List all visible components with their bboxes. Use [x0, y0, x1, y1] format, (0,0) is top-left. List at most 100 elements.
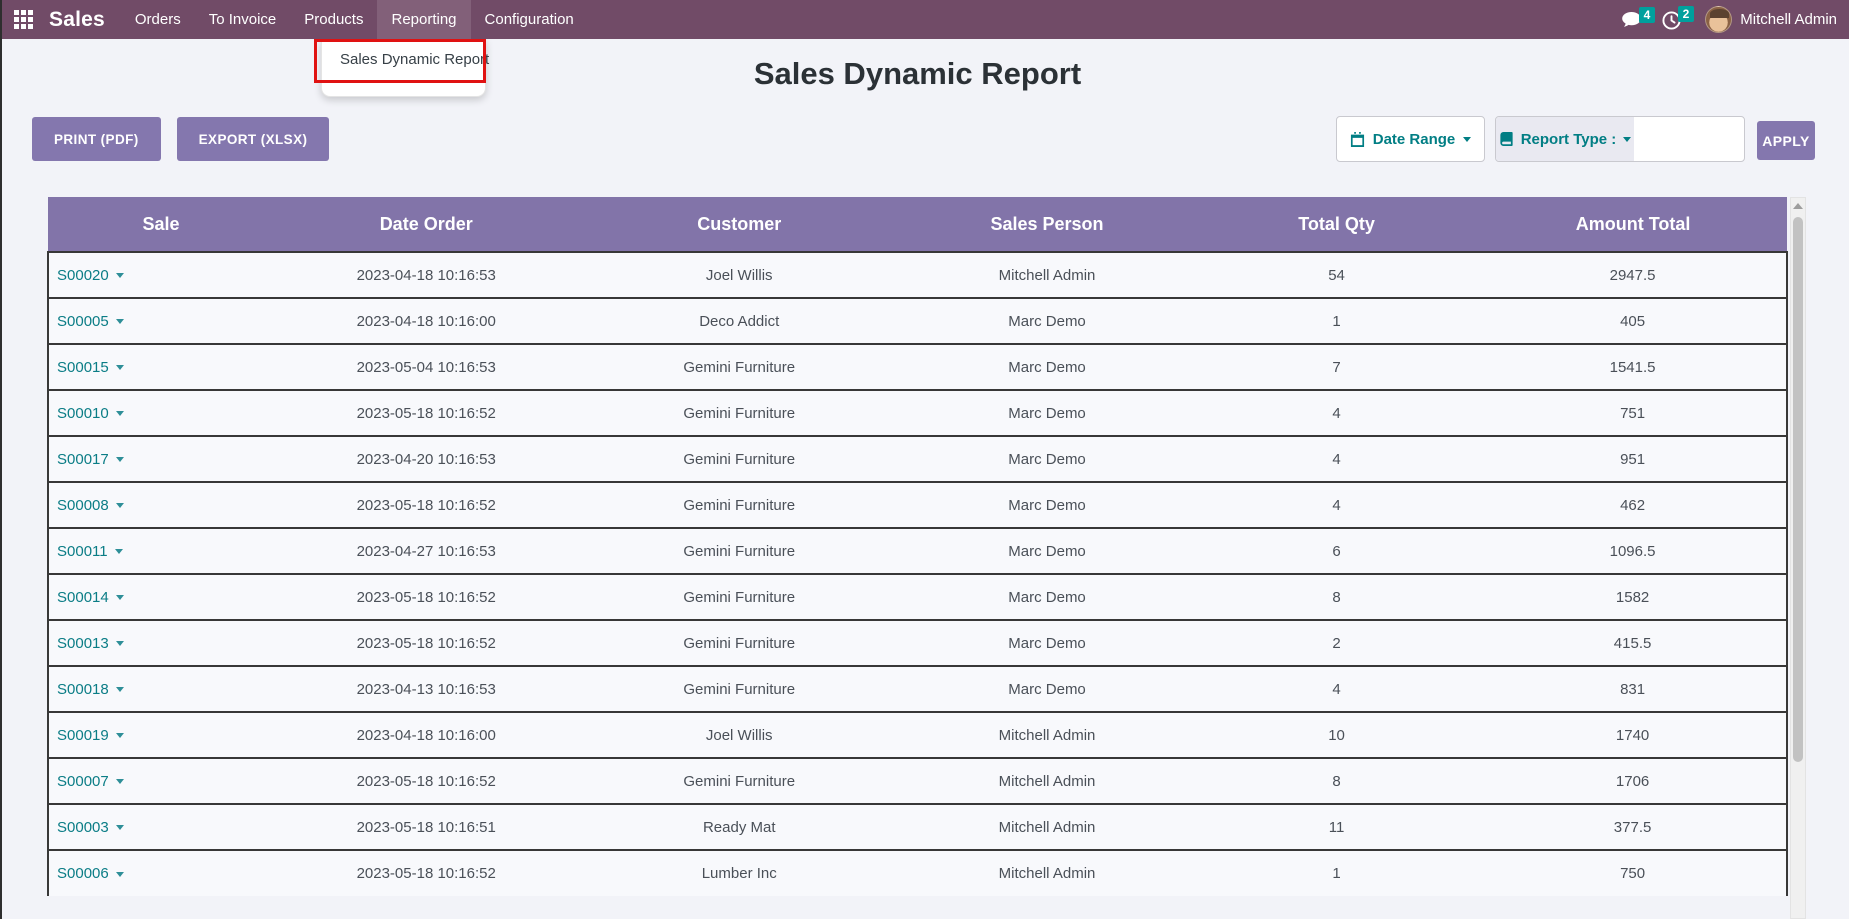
total-qty-cell: 10: [1194, 712, 1479, 758]
nav-item-reporting[interactable]: Reporting: [377, 0, 470, 39]
sale-cell: S00020: [48, 252, 274, 298]
date-order-cell: 2023-05-18 10:16:52: [274, 574, 578, 620]
table-row: S000202023-04-18 10:16:53Joel WillisMitc…: [48, 252, 1787, 298]
scrollbar-thumb[interactable]: [1793, 217, 1803, 762]
sale-order-link[interactable]: S00005: [57, 313, 109, 330]
column-header-date-order: Date Order: [274, 197, 578, 252]
customer-cell: Ready Mat: [578, 804, 900, 850]
table-row: S000182023-04-13 10:16:53Gemini Furnitur…: [48, 666, 1787, 712]
caret-down-icon[interactable]: [116, 503, 124, 508]
total-qty-cell: 1: [1194, 850, 1479, 896]
caret-down-icon[interactable]: [116, 779, 124, 784]
sale-order-link[interactable]: S00020: [57, 267, 109, 284]
caret-down-icon[interactable]: [116, 687, 124, 692]
caret-down-icon[interactable]: [116, 641, 124, 646]
export-toolbar: PRINT (PDF) EXPORT (XLSX): [32, 117, 329, 161]
date-range-dropdown[interactable]: Date Range: [1336, 116, 1485, 162]
sales-person-cell: Mitchell Admin: [900, 252, 1194, 298]
caret-down-icon[interactable]: [116, 411, 124, 416]
table-row: S000102023-05-18 10:16:52Gemini Furnitur…: [48, 390, 1787, 436]
total-qty-cell: 54: [1194, 252, 1479, 298]
amount-total-cell: 405: [1479, 298, 1787, 344]
app-brand[interactable]: Sales: [49, 8, 105, 32]
table-row: S000052023-04-18 10:16:00Deco AddictMarc…: [48, 298, 1787, 344]
nav-item-products[interactable]: Products: [290, 0, 377, 39]
activities-button[interactable]: 2: [1656, 5, 1695, 34]
user-name[interactable]: Mitchell Admin: [1740, 11, 1837, 28]
customer-cell: Lumber Inc: [578, 850, 900, 896]
caret-down-icon[interactable]: [116, 733, 124, 738]
export-xlsx-button[interactable]: EXPORT (XLSX): [177, 117, 330, 161]
total-qty-cell: 8: [1194, 758, 1479, 804]
date-order-cell: 2023-05-04 10:16:53: [274, 344, 578, 390]
print-pdf-button[interactable]: PRINT (PDF): [32, 117, 161, 161]
date-order-cell: 2023-05-18 10:16:51: [274, 804, 578, 850]
total-qty-cell: 4: [1194, 436, 1479, 482]
sale-order-link[interactable]: S00007: [57, 773, 109, 790]
sale-cell: S00013: [48, 620, 274, 666]
date-order-cell: 2023-05-18 10:16:52: [274, 482, 578, 528]
sale-order-link[interactable]: S00006: [57, 865, 109, 882]
sale-cell: S00015: [48, 344, 274, 390]
window-left-edge: [0, 0, 2, 919]
caret-down-icon[interactable]: [115, 549, 123, 554]
table-row: S000132023-05-18 10:16:52Gemini Furnitur…: [48, 620, 1787, 666]
column-header-sales-person: Sales Person: [900, 197, 1194, 252]
sale-order-link[interactable]: S00011: [57, 543, 108, 560]
menu-item-sales-dynamic-report[interactable]: Sales Dynamic Report: [322, 39, 485, 81]
user-avatar[interactable]: [1705, 6, 1732, 33]
caret-down-icon[interactable]: [116, 273, 124, 278]
amount-total-cell: 1582: [1479, 574, 1787, 620]
activities-badge: 2: [1678, 6, 1695, 22]
customer-cell: Gemini Furniture: [578, 574, 900, 620]
sales-person-cell: Mitchell Admin: [900, 850, 1194, 896]
scrollbar-up-arrow-icon[interactable]: [1791, 198, 1805, 214]
sale-order-link[interactable]: S00003: [57, 819, 109, 836]
nav-item-orders[interactable]: Orders: [121, 0, 195, 39]
sale-order-link[interactable]: S00015: [57, 359, 109, 376]
column-header-sale: Sale: [48, 197, 274, 252]
sale-order-link[interactable]: S00008: [57, 497, 109, 514]
apps-grid-icon[interactable]: [14, 10, 33, 29]
nav-item-configuration[interactable]: Configuration: [471, 0, 588, 39]
total-qty-cell: 1: [1194, 298, 1479, 344]
column-header-customer: Customer: [578, 197, 900, 252]
top-navbar: Sales Orders To Invoice Products Reporti…: [0, 0, 1849, 39]
sales-person-cell: Marc Demo: [900, 344, 1194, 390]
sale-order-link[interactable]: S00017: [57, 451, 109, 468]
sale-order-link[interactable]: S00013: [57, 635, 109, 652]
sale-cell: S00003: [48, 804, 274, 850]
sales-person-cell: Mitchell Admin: [900, 712, 1194, 758]
amount-total-cell: 377.5: [1479, 804, 1787, 850]
sale-order-link[interactable]: S00010: [57, 405, 109, 422]
caret-down-icon[interactable]: [116, 595, 124, 600]
sale-cell: S00017: [48, 436, 274, 482]
table-row: S000192023-04-18 10:16:00Joel WillisMitc…: [48, 712, 1787, 758]
caret-down-icon[interactable]: [116, 825, 124, 830]
report-table-body: S000202023-04-18 10:16:53Joel WillisMitc…: [48, 252, 1787, 896]
caret-down-icon[interactable]: [116, 365, 124, 370]
sale-order-link[interactable]: S00018: [57, 681, 109, 698]
book-icon: [1499, 132, 1514, 146]
total-qty-cell: 4: [1194, 666, 1479, 712]
sales-report-table: Sale Date Order Customer Sales Person To…: [47, 197, 1788, 896]
caret-down-icon[interactable]: [116, 319, 124, 324]
messages-button[interactable]: 4: [1616, 6, 1656, 33]
sale-cell: S00014: [48, 574, 274, 620]
apply-button[interactable]: APPLY: [1757, 121, 1815, 160]
nav-item-to-invoice[interactable]: To Invoice: [195, 0, 291, 39]
customer-cell: Gemini Furniture: [578, 482, 900, 528]
sale-order-link[interactable]: S00019: [57, 727, 109, 744]
sales-person-cell: Marc Demo: [900, 298, 1194, 344]
sale-order-link[interactable]: S00014: [57, 589, 109, 606]
caret-down-icon[interactable]: [116, 457, 124, 462]
sale-cell: S00005: [48, 298, 274, 344]
amount-total-cell: 1541.5: [1479, 344, 1787, 390]
report-type-dropdown[interactable]: Report Type :: [1496, 117, 1634, 161]
table-vertical-scrollbar[interactable]: [1790, 197, 1806, 919]
page-title: Sales Dynamic Report: [47, 56, 1788, 92]
sales-person-cell: Marc Demo: [900, 390, 1194, 436]
caret-down-icon[interactable]: [116, 872, 124, 877]
customer-cell: Gemini Furniture: [578, 758, 900, 804]
sale-cell: S00007: [48, 758, 274, 804]
